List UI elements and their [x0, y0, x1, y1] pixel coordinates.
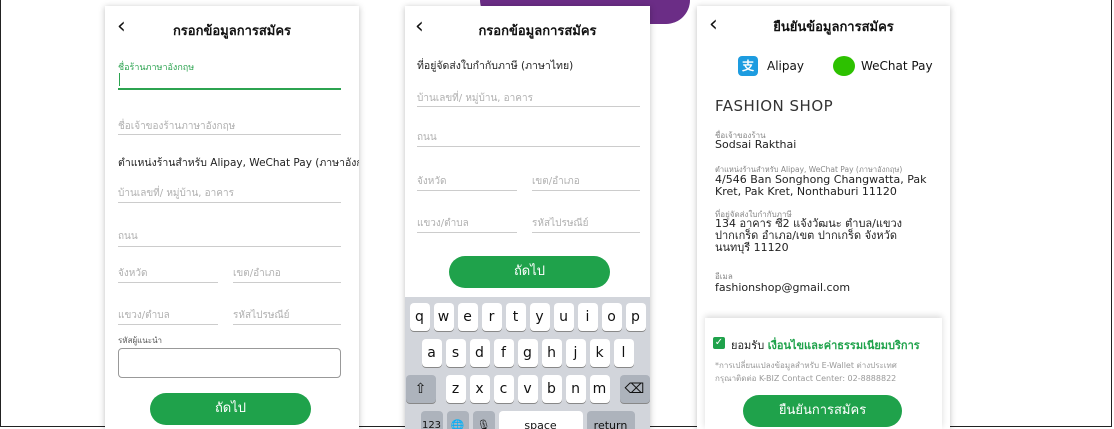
subdistrict-underline [417, 232, 517, 233]
header: ‹ กรอกข้อมูลการสมัคร [405, 14, 650, 44]
subdistrict-input[interactable]: แขวง/ตำบล [118, 308, 170, 323]
next-button[interactable]: ถัดไป [449, 256, 610, 288]
key-a[interactable]: a [421, 339, 442, 367]
key-o[interactable]: o [601, 303, 622, 331]
road-input[interactable]: ถนน [417, 130, 437, 145]
screen-registration-form: ‹ กรอกข้อมูลการสมัคร ชื่อร้านภาษาอังกฤษ … [105, 6, 359, 429]
change-note: *การเปลี่ยนแปลงข้อมูลสำหรับ E-Wallet ต่า… [715, 361, 897, 383]
postcode-underline [233, 324, 341, 325]
tax-address: 134 อาคาร ซี2 แจ้งวัฒนะ ตำบล/แขวง ปากเกร… [715, 217, 903, 254]
district-underline [532, 190, 640, 191]
confirm-registration-button[interactable]: ยืนยันการสมัคร [743, 395, 902, 427]
terms-link[interactable]: เงื่อนไขและค่าธรรมเนียมบริการ [768, 339, 920, 352]
text-cursor [119, 73, 120, 86]
numbers-key[interactable]: 123 [420, 411, 443, 429]
keyboard-row-2: a s d f g h j k l [405, 339, 650, 367]
key-p[interactable]: p [625, 303, 646, 331]
page-title: ยืนยันข้อมูลการสมัคร [773, 20, 894, 35]
back-chevron-icon[interactable]: ‹ [415, 16, 424, 38]
shop-name: FASHION SHOP [715, 97, 834, 115]
key-j[interactable]: j [565, 339, 586, 367]
page-title: กรอกข้อมูลการสมัคร [172, 24, 292, 39]
backspace-key-icon[interactable]: ⌫ [619, 375, 650, 403]
postcode-input[interactable]: รหัสไปรษณีย์ [233, 308, 290, 323]
key-k[interactable]: k [589, 339, 610, 367]
key-r[interactable]: r [481, 303, 502, 331]
key-v[interactable]: v [517, 375, 538, 403]
province-input[interactable]: จังหวัด [417, 174, 446, 189]
key-y[interactable]: y [529, 303, 550, 331]
section-tax-address: ที่อยู่จัดส่งใบกำกับภาษี (ภาษาไทย) [417, 60, 574, 72]
subdistrict-underline [118, 324, 218, 325]
next-button[interactable]: ถัดไป [150, 393, 311, 425]
owner-name: Sodsai Rakthai [715, 138, 797, 151]
key-f[interactable]: f [493, 339, 514, 367]
microphone-key-icon[interactable]: 🎙 [472, 411, 495, 429]
owner-name-underline [118, 134, 341, 135]
screen-tax-address-form: ‹ กรอกข้อมูลการสมัคร ที่อยู่จัดส่งใบกำกั… [405, 6, 650, 429]
key-i[interactable]: i [577, 303, 598, 331]
district-input[interactable]: เขต/อำเภอ [233, 266, 281, 281]
house-underline [417, 106, 640, 107]
road-input[interactable]: ถนน [118, 229, 138, 244]
key-s[interactable]: s [445, 339, 466, 367]
house-input[interactable]: บ้านเลขที่/ หมู่บ้าน, อาคาร [118, 186, 234, 201]
key-l[interactable]: l [613, 339, 634, 367]
key-u[interactable]: u [553, 303, 574, 331]
keyboard-row-4: 123 🌐 🎙 space return [405, 411, 650, 429]
page-title: กรอกข้อมูลการสมัคร [478, 24, 597, 39]
header: ‹ ยืนยันข้อมูลการสมัคร [697, 14, 950, 44]
email-value: fashionshop@gmail.com [715, 281, 851, 294]
wechat-pay-icon [833, 56, 855, 76]
address-en: 4/546 Ban Songhong Changwatta, Pak Kret,… [715, 173, 927, 198]
keyboard-row-3: ⇧ z x c v b n m ⌫ [405, 375, 650, 403]
key-x[interactable]: x [469, 375, 490, 403]
wechat-pay-label: WeChat Pay [861, 59, 933, 73]
section-address-en: ตำแหน่งร้านสำหรับ Alipay, WeChat Pay (ภา… [118, 157, 359, 169]
subdistrict-input[interactable]: แขวง/ตำบล [417, 216, 469, 231]
district-input[interactable]: เขต/อำเภอ [532, 174, 580, 189]
house-underline [118, 202, 341, 203]
keyboard-row-1: q w e r t y u i o p [405, 303, 650, 331]
shift-key-icon[interactable]: ⇧ [405, 375, 436, 403]
key-c[interactable]: c [493, 375, 514, 403]
road-underline [417, 146, 640, 147]
agreement-panel: ✓ ยอมรับ เงื่อนไขและค่าธรรมเนียมบริการ *… [705, 318, 942, 429]
header: ‹ กรอกข้อมูลการสมัคร [105, 14, 359, 44]
shop-name-en-input[interactable] [118, 88, 341, 90]
on-screen-keyboard: q w e r t y u i o p a s d f g h j k l ⇧ … [405, 297, 650, 429]
key-e[interactable]: e [457, 303, 478, 331]
key-g[interactable]: g [517, 339, 538, 367]
key-d[interactable]: d [469, 339, 490, 367]
key-b[interactable]: b [541, 375, 562, 403]
globe-key-icon[interactable]: 🌐 [446, 411, 469, 429]
accept-terms-text: ยอมรับ เงื่อนไขและค่าธรรมเนียมบริการ [731, 336, 920, 354]
alipay-label: Alipay [767, 59, 804, 73]
accept-checkbox[interactable]: ✓ [713, 337, 725, 349]
key-n[interactable]: n [565, 375, 586, 403]
space-key[interactable]: space [498, 411, 583, 429]
alipay-icon: 支 [738, 56, 758, 76]
screen-confirm-registration: ‹ ยืนยันข้อมูลการสมัคร 支 Alipay WeChat P… [697, 6, 950, 429]
key-q[interactable]: q [409, 303, 430, 331]
province-input[interactable]: จังหวัด [118, 266, 147, 281]
shop-name-en-label: ชื่อร้านภาษาอังกฤษ [118, 63, 195, 73]
province-underline [118, 282, 218, 283]
key-z[interactable]: z [445, 375, 466, 403]
referral-input[interactable] [118, 348, 341, 378]
owner-name-input[interactable]: ชื่อเจ้าของร้านภาษาอังกฤษ [118, 119, 235, 134]
key-h[interactable]: h [541, 339, 562, 367]
postcode-input[interactable]: รหัสไปรษณีย์ [532, 216, 589, 231]
road-underline [118, 246, 341, 247]
district-underline [233, 282, 341, 283]
accept-label: ยอมรับ [731, 339, 765, 352]
key-m[interactable]: m [589, 375, 610, 403]
key-w[interactable]: w [433, 303, 454, 331]
house-input[interactable]: บ้านเลขที่/ หมู่บ้าน, อาคาร [417, 91, 533, 106]
postcode-underline [532, 232, 640, 233]
return-key[interactable]: return [586, 411, 635, 429]
key-t[interactable]: t [505, 303, 526, 331]
province-underline [417, 190, 517, 191]
referral-label: รหัสผู้แนะนำ [118, 336, 163, 345]
